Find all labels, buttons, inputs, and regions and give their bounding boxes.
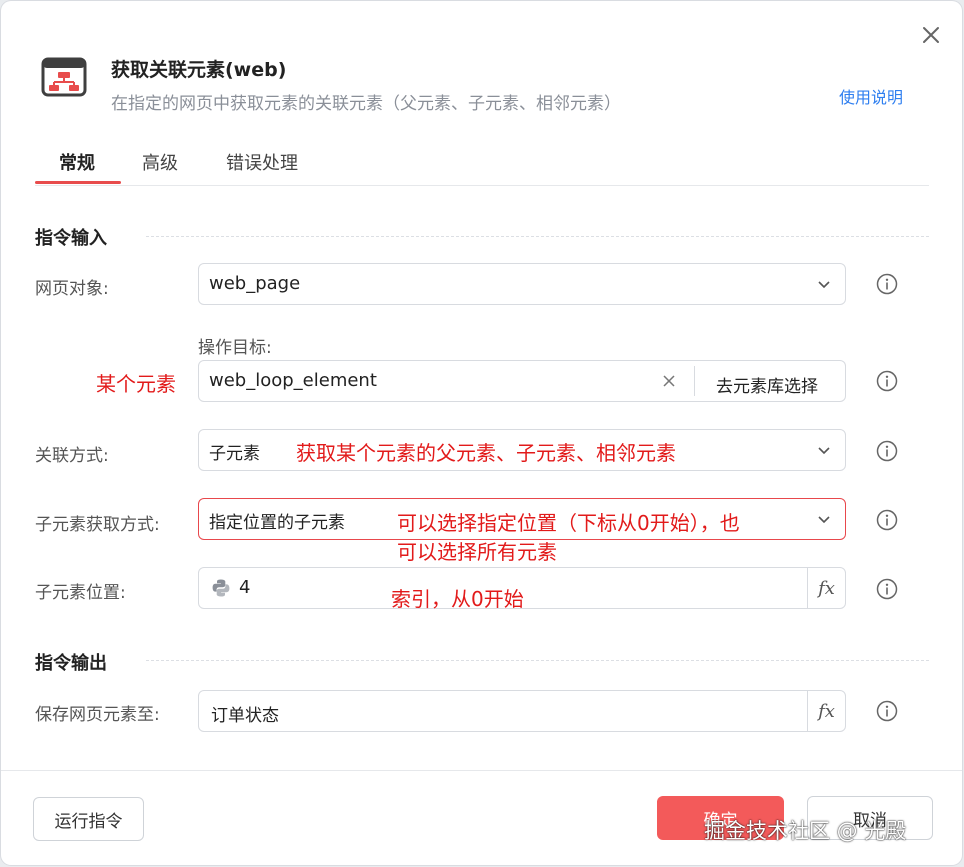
run-command-button[interactable]: 运行指令	[33, 797, 144, 841]
fx-button[interactable]: fx	[807, 691, 845, 731]
dialog-subtitle: 在指定的网页中获取元素的关联元素（父元素、子元素、相邻元素）	[111, 94, 621, 114]
help-link[interactable]: 使用说明	[839, 84, 903, 108]
child-index-value: 4	[239, 577, 251, 598]
annotation-some-element: 某个元素	[96, 372, 176, 396]
web-page-select[interactable]: web_page	[198, 263, 846, 305]
chevron-down-icon	[818, 281, 830, 289]
watermark: 掘金技术社区 @ 光殿	[704, 819, 907, 843]
chevron-down-icon	[818, 447, 830, 455]
save-to-value: 订单状态	[211, 706, 279, 726]
section-title-output: 指令输出	[35, 653, 107, 674]
section-divider	[146, 660, 929, 661]
divider	[694, 366, 695, 396]
tab-bar: 常规 高级 错误处理	[35, 141, 929, 186]
python-icon	[212, 579, 230, 597]
footer-divider	[1, 770, 962, 771]
element-library-button[interactable]: 去元素库选择	[694, 360, 846, 402]
child-mode-value: 指定位置的子元素	[209, 513, 345, 533]
info-icon[interactable]	[876, 370, 898, 392]
target-value: web_loop_element	[209, 370, 377, 391]
tab-advanced[interactable]: 高级	[142, 149, 178, 175]
close-icon[interactable]	[919, 23, 943, 47]
section-divider	[146, 236, 929, 237]
dialog: 获取关联元素(web) 在指定的网页中获取元素的关联元素（父元素、子元素、相邻元…	[1, 1, 962, 865]
info-icon[interactable]	[876, 700, 898, 722]
fx-button[interactable]: fx	[807, 568, 845, 608]
clear-icon[interactable]	[662, 374, 676, 388]
child-index-label: 子元素位置:	[35, 583, 126, 603]
annotation-index: 索引，从0开始	[391, 587, 524, 611]
save-to-input[interactable]: 订单状态 fx	[198, 690, 846, 732]
annotation-child-mode-2: 可以选择所有元素	[397, 540, 557, 564]
chevron-down-icon	[818, 516, 830, 524]
element-library-label: 去元素库选择	[716, 377, 818, 397]
info-icon[interactable]	[876, 509, 898, 531]
annotation-child-mode-1: 可以选择指定位置（下标从0开始），也	[397, 511, 740, 535]
tab-general[interactable]: 常规	[59, 149, 95, 175]
tab-error-handling[interactable]: 错误处理	[226, 149, 298, 175]
element-tree-icon	[41, 57, 87, 97]
active-tab-indicator	[35, 181, 121, 184]
target-caption: 操作目标:	[198, 338, 272, 358]
relation-label: 关联方式:	[35, 446, 109, 466]
section-title-input: 指令输入	[35, 228, 107, 249]
child-mode-label: 子元素获取方式:	[35, 515, 160, 535]
annotation-relation: 获取某个元素的父元素、子元素、相邻元素	[296, 441, 676, 465]
info-icon[interactable]	[876, 273, 898, 295]
dialog-title: 获取关联元素(web)	[111, 59, 287, 81]
relation-value: 子元素	[209, 444, 260, 464]
save-to-label: 保存网页元素至:	[35, 705, 160, 725]
web-page-label: 网页对象:	[35, 279, 109, 299]
info-icon[interactable]	[876, 578, 898, 600]
web-page-value: web_page	[209, 273, 301, 294]
info-icon[interactable]	[876, 440, 898, 462]
target-input[interactable]: web_loop_element	[198, 360, 695, 402]
